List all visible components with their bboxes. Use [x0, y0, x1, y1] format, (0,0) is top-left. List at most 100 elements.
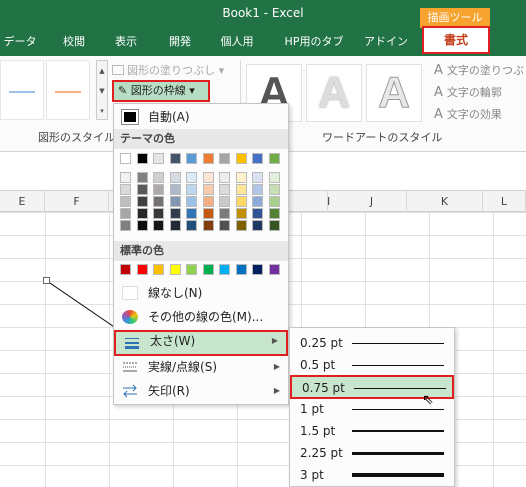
mouse-cursor-icon: ⇖ [422, 392, 434, 408]
line-weight-label: 0.25 pt [300, 336, 343, 350]
line-weight-option[interactable]: 0.25 pt [290, 332, 454, 354]
theme-shade-swatch[interactable] [202, 220, 214, 231]
theme-shade-swatch[interactable] [153, 196, 164, 207]
theme-shade-swatch[interactable] [153, 172, 164, 183]
standard-color-swatch[interactable] [235, 264, 247, 275]
standard-color-swatch[interactable] [268, 264, 280, 275]
theme-color-swatch[interactable] [235, 153, 247, 164]
line-weight-label: 3 pt [300, 468, 324, 482]
theme-color-swatch[interactable] [186, 153, 197, 164]
line-weight-option[interactable]: 1.5 pt [290, 420, 454, 442]
theme-color-swatch[interactable] [202, 153, 214, 164]
theme-color-swatch[interactable] [252, 153, 263, 164]
black-swatch-icon [121, 109, 139, 125]
theme-shade-swatch[interactable] [136, 208, 148, 219]
theme-shade-swatch[interactable] [235, 196, 247, 207]
theme-shade-swatch[interactable] [219, 184, 230, 195]
theme-shade-swatch[interactable] [235, 208, 247, 219]
theme-shade-swatch[interactable] [202, 208, 214, 219]
arrows-icon [123, 384, 137, 398]
theme-color-swatch[interactable] [153, 153, 164, 164]
theme-color-swatch[interactable] [219, 153, 230, 164]
theme-shade-swatch[interactable] [186, 208, 197, 219]
theme-color-swatch[interactable] [268, 153, 280, 164]
theme-shade-swatch[interactable] [136, 220, 148, 231]
theme-shade-swatch[interactable] [120, 208, 131, 219]
theme-shade-swatch[interactable] [235, 172, 247, 183]
theme-shade-swatch[interactable] [186, 184, 197, 195]
theme-shade-swatch[interactable] [136, 184, 148, 195]
theme-shade-swatch[interactable] [235, 220, 247, 231]
line-weight-label: 2.25 pt [300, 446, 343, 460]
theme-shade-swatch[interactable] [202, 184, 214, 195]
theme-color-swatch[interactable] [120, 153, 131, 164]
line-weight-sample [352, 365, 444, 366]
theme-color-swatch[interactable] [136, 153, 148, 164]
theme-shade-swatch[interactable] [268, 220, 280, 231]
line-weight-sample [352, 409, 444, 410]
menu-item-more-colors[interactable]: その他の線の色(M)... [114, 306, 288, 328]
theme-shade-swatch[interactable] [252, 172, 263, 183]
line-weight-option[interactable]: 0.5 pt [290, 354, 454, 376]
menu-item-dashes[interactable]: 実線/点線(S) ▶ [114, 356, 288, 378]
menu-item-weight[interactable]: 太さ(W) ▶ [114, 330, 288, 356]
standard-color-swatch[interactable] [202, 264, 214, 275]
theme-shade-swatch[interactable] [153, 208, 164, 219]
menu-item-arrows[interactable]: 矢印(R) ▶ [114, 380, 288, 402]
theme-shade-swatch[interactable] [202, 172, 214, 183]
theme-shade-swatch[interactable] [136, 172, 148, 183]
line-weight-sample [352, 452, 444, 455]
standard-color-swatch[interactable] [252, 264, 263, 275]
theme-shade-swatch[interactable] [268, 172, 280, 183]
standard-color-swatch[interactable] [186, 264, 197, 275]
theme-shade-swatch[interactable] [219, 172, 230, 183]
standard-color-swatch[interactable] [169, 264, 181, 275]
theme-shade-swatch[interactable] [219, 220, 230, 231]
theme-shade-swatch[interactable] [252, 208, 263, 219]
theme-shade-swatch[interactable] [153, 220, 164, 231]
line-weight-option[interactable]: 2.25 pt [290, 442, 454, 464]
standard-color-swatch[interactable] [136, 264, 148, 275]
theme-shade-swatch[interactable] [202, 196, 214, 207]
theme-shade-swatch[interactable] [186, 196, 197, 207]
theme-shade-swatch[interactable] [136, 196, 148, 207]
theme-shade-swatch[interactable] [120, 196, 131, 207]
menu-item-no-line[interactable]: 線なし(N) [114, 282, 288, 304]
color-wheel-icon [122, 310, 138, 324]
theme-shade-swatch[interactable] [252, 184, 263, 195]
theme-shade-swatch[interactable] [169, 172, 181, 183]
theme-shade-swatch[interactable] [252, 196, 263, 207]
line-weight-label: 0.5 pt [300, 358, 336, 372]
line-weight-option[interactable]: 3 pt [290, 464, 454, 486]
theme-shade-swatch[interactable] [186, 220, 197, 231]
standard-color-swatch[interactable] [153, 264, 164, 275]
line-weight-sample [352, 430, 444, 432]
theme-shade-swatch[interactable] [169, 196, 181, 207]
theme-shade-swatch[interactable] [219, 208, 230, 219]
line-weight-sample [352, 473, 444, 477]
theme-shade-swatch[interactable] [169, 184, 181, 195]
line-weight-label: 1.5 pt [300, 424, 336, 438]
theme-shade-swatch[interactable] [120, 184, 131, 195]
submenu-arrow-icon: ▶ [271, 336, 278, 345]
theme-shade-swatch[interactable] [169, 208, 181, 219]
submenu-arrow-icon: ▶ [273, 386, 280, 395]
standard-color-swatch[interactable] [219, 264, 230, 275]
theme-shade-swatch[interactable] [252, 220, 263, 231]
theme-shade-swatch[interactable] [235, 184, 247, 195]
theme-shade-swatch[interactable] [268, 208, 280, 219]
theme-shade-swatch[interactable] [120, 172, 131, 183]
theme-shade-swatch[interactable] [153, 184, 164, 195]
line-weight-label: 1 pt [300, 402, 324, 416]
theme-shade-swatch[interactable] [219, 196, 230, 207]
theme-shade-swatch[interactable] [268, 196, 280, 207]
shape-resize-handle[interactable] [43, 277, 50, 284]
theme-shade-swatch[interactable] [169, 220, 181, 231]
theme-shade-swatch[interactable] [268, 184, 280, 195]
theme-shade-swatch[interactable] [120, 220, 131, 231]
theme-shade-swatch[interactable] [186, 172, 197, 183]
menu-item-auto[interactable]: 自動(A) [114, 106, 288, 128]
theme-color-swatch[interactable] [169, 153, 181, 164]
standard-color-swatch[interactable] [120, 264, 131, 275]
standard-colors-header: 標準の色 [114, 241, 288, 261]
